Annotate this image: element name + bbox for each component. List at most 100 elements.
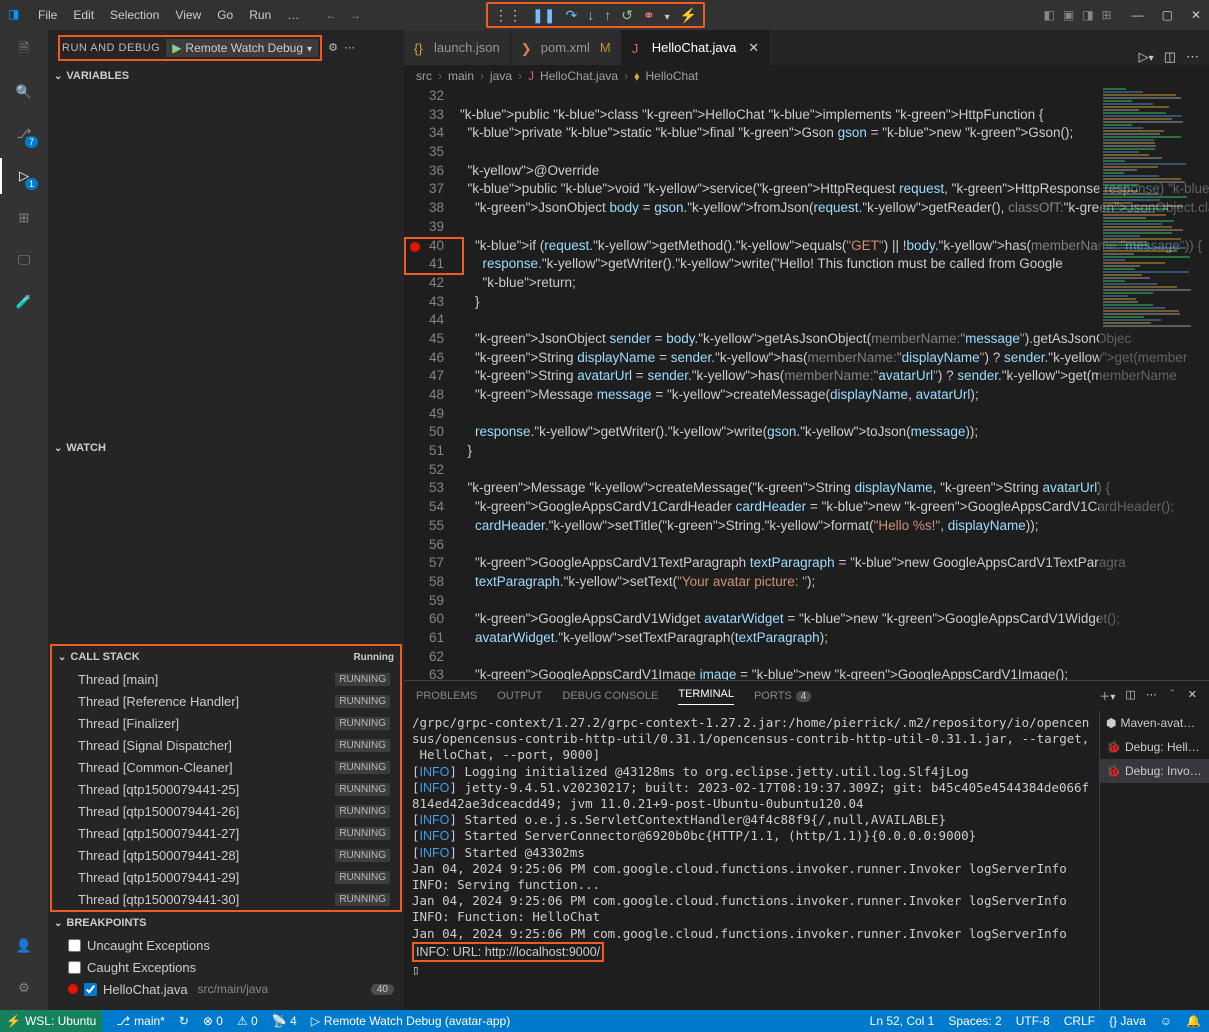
close-tab-icon[interactable]: ✕ (748, 40, 759, 56)
split-editor-icon[interactable]: ◫ (1164, 49, 1176, 65)
code-body[interactable]: "k-blue">public "k-blue">class "k-green"… (460, 87, 1209, 680)
line-gutter[interactable]: 3233343536373839404142434445464748495051… (404, 87, 452, 680)
search-icon[interactable]: 🔍 (12, 80, 36, 104)
close-panel-icon[interactable]: ✕ (1188, 688, 1197, 704)
breakpoint-dot-icon[interactable] (410, 242, 420, 252)
thread-row[interactable]: Thread [Common-Cleaner]RUNNING (52, 756, 400, 778)
nav-fwd-icon[interactable]: → (349, 8, 361, 22)
breadcrumb[interactable]: src› main› java› JHelloChat.java› ⬧Hello… (404, 65, 1209, 87)
warnings[interactable]: ⚠ 0 (237, 1014, 258, 1028)
layout-icon[interactable]: ◧ (1044, 8, 1055, 22)
thread-row[interactable]: Thread [qtp1500079441-29]RUNNING (52, 866, 400, 888)
restart-icon[interactable]: ↺ (621, 7, 633, 24)
tab-debug-console[interactable]: DEBUG CONSOLE (562, 690, 658, 702)
thread-row[interactable]: Thread [Signal Dispatcher]RUNNING (52, 734, 400, 756)
maximize-panel-icon[interactable]: ＾ (1167, 688, 1178, 704)
accounts-icon[interactable]: 👤 (12, 934, 36, 958)
terminal-list-item[interactable]: 🐞Debug: Hell… (1100, 735, 1209, 759)
bp-caught[interactable]: Caught Exceptions (48, 956, 404, 978)
thread-row[interactable]: Thread [main]RUNNING (52, 668, 400, 690)
debug-status[interactable]: ▷ Remote Watch Debug (avatar-app) (311, 1014, 511, 1028)
nav-back-icon[interactable]: ← (325, 8, 337, 22)
thread-row[interactable]: Thread [qtp1500079441-28]RUNNING (52, 844, 400, 866)
close-icon[interactable]: ✕ (1191, 8, 1201, 22)
debug-more-icon[interactable] (665, 7, 670, 23)
remote-explorer-icon[interactable]: 🖵 (12, 248, 36, 272)
scm-icon[interactable]: ⎇7 (12, 122, 36, 146)
layout-icon[interactable]: ◨ (1082, 8, 1093, 22)
thread-row[interactable]: Thread [qtp1500079441-30]RUNNING (52, 888, 400, 910)
thread-row[interactable]: Thread [Reference Handler]RUNNING (52, 690, 400, 712)
tab-output[interactable]: OUTPUT (497, 690, 542, 702)
pause-icon[interactable]: ❚❚ (532, 7, 555, 24)
bp-checkbox[interactable] (68, 961, 81, 974)
eol[interactable]: CRLF (1064, 1014, 1095, 1028)
feedback-icon[interactable]: ☺ (1160, 1014, 1172, 1028)
menu-view[interactable]: View (169, 4, 207, 26)
run-debug-icon[interactable]: ▷1 (12, 164, 36, 188)
editor-tab[interactable]: ❯pom.xmlM (511, 30, 622, 65)
menu-run[interactable]: Run (243, 4, 277, 26)
bp-uncaught[interactable]: Uncaught Exceptions (48, 934, 404, 956)
code-editor[interactable]: 3233343536373839404142434445464748495051… (404, 87, 1209, 680)
menu-go[interactable]: Go (211, 4, 239, 26)
settings-gear-icon[interactable]: ⚙ (12, 976, 36, 1000)
variables-section[interactable]: ⌄VARIABLES (48, 65, 404, 87)
cursor-pos[interactable]: Ln 52, Col 1 (870, 1014, 935, 1028)
more-icon[interactable]: ⋯ (344, 41, 355, 54)
step-into-icon[interactable]: ↓ (587, 7, 594, 23)
remote-indicator[interactable]: ⚡ WSL: Ubuntu (0, 1010, 102, 1032)
split-terminal-icon[interactable]: ◫ (1125, 688, 1135, 704)
explorer-icon[interactable]: 🗎 (12, 38, 36, 62)
run-icon[interactable]: ▷ (1139, 49, 1154, 65)
language[interactable]: {} Java (1109, 1014, 1146, 1028)
more-icon[interactable]: ⋯ (1186, 49, 1199, 65)
tab-terminal[interactable]: TERMINAL (678, 688, 734, 705)
errors[interactable]: ⊗ 0 (203, 1014, 223, 1028)
debug-settings-icon[interactable]: ⚙ (328, 41, 338, 54)
bp-checkbox[interactable] (68, 939, 81, 952)
testing-icon[interactable]: 🧪 (12, 290, 36, 314)
layout-icon[interactable]: ⊞ (1102, 8, 1112, 22)
terminal-list-item[interactable]: ⬢Maven-avat… (1100, 711, 1209, 735)
start-debug-icon[interactable]: ▶ (172, 41, 181, 55)
thread-row[interactable]: Thread [qtp1500079441-26]RUNNING (52, 800, 400, 822)
indent[interactable]: Spaces: 2 (948, 1014, 1001, 1028)
step-out-icon[interactable]: ↑ (604, 7, 611, 23)
drag-handle-icon[interactable]: ⋮⋮ (494, 7, 522, 24)
encoding[interactable]: UTF-8 (1016, 1014, 1050, 1028)
thread-row[interactable]: Thread [Finalizer]RUNNING (52, 712, 400, 734)
bell-icon[interactable]: 🔔 (1186, 1014, 1201, 1028)
bp-file[interactable]: HelloChat.javasrc/main/java40 (48, 978, 404, 1000)
minimize-icon[interactable]: — (1132, 8, 1144, 22)
editor-tab[interactable]: {}launch.json (404, 30, 511, 65)
terminal-list-item[interactable]: 🐞Debug: Invo… (1100, 759, 1209, 783)
step-over-icon[interactable]: ↷ (565, 7, 577, 24)
hot-reload-icon[interactable]: ⚡ (680, 7, 697, 24)
git-branch[interactable]: ⎇ main* (116, 1014, 165, 1028)
menu-file[interactable]: File (32, 4, 63, 26)
tab-ports[interactable]: PORTS4 (754, 690, 811, 702)
menu-more[interactable]: … (281, 4, 305, 26)
git-sync-icon[interactable]: ↻ (179, 1014, 189, 1028)
watch-section[interactable]: ⌄WATCH (48, 437, 404, 459)
terminal[interactable]: /grpc/grpc-context/1.27.2/grpc-context-1… (404, 711, 1099, 1010)
menu-selection[interactable]: Selection (104, 4, 165, 26)
ports[interactable]: 📡 4 (272, 1014, 297, 1028)
menu-edit[interactable]: Edit (67, 4, 100, 26)
callstack-section[interactable]: ⌄CALL STACKRunning (52, 646, 400, 668)
thread-row[interactable]: Thread [qtp1500079441-25]RUNNING (52, 778, 400, 800)
more-icon[interactable]: ⋯ (1146, 688, 1157, 704)
thread-row[interactable]: Thread [qtp1500079441-27]RUNNING (52, 822, 400, 844)
maximize-icon[interactable]: ▢ (1162, 8, 1173, 22)
bp-checkbox[interactable] (84, 983, 97, 996)
editor-tab[interactable]: JHelloChat.java✕ (622, 30, 770, 65)
breakpoints-section[interactable]: ⌄BREAKPOINTS (48, 912, 404, 934)
new-terminal-icon[interactable]: ＋ (1099, 688, 1115, 704)
disconnect-icon[interactable]: ⚭ (643, 7, 655, 24)
debug-config-dropdown[interactable]: ▶ Remote Watch Debug (166, 39, 318, 57)
tab-problems[interactable]: PROBLEMS (416, 690, 477, 702)
extensions-icon[interactable]: ⊞ (12, 206, 36, 230)
layout-icon[interactable]: ▣ (1063, 8, 1074, 22)
minimap[interactable] (1099, 87, 1209, 680)
